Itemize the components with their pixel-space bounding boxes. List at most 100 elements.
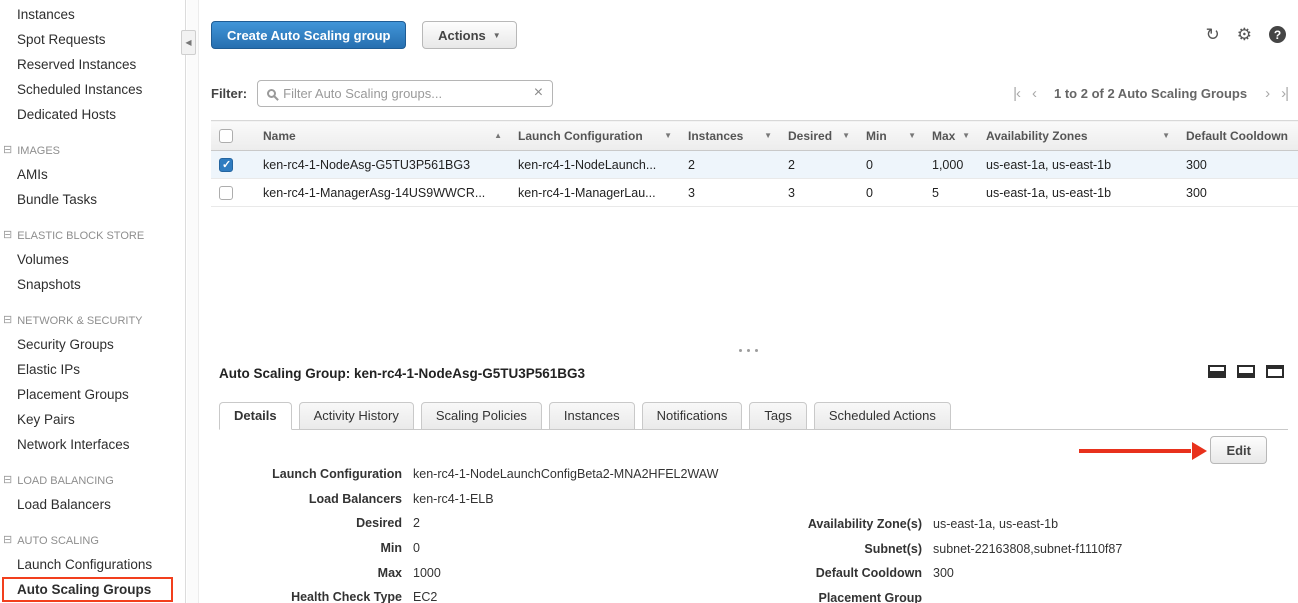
cell-availability-zones: us-east-1a, us-east-1b xyxy=(978,151,1178,179)
edit-button[interactable]: Edit xyxy=(1210,436,1267,464)
column-header-availability-zones[interactable]: Availability Zones▼ xyxy=(978,121,1178,151)
tab-notifications[interactable]: Notifications xyxy=(642,402,743,430)
field-label: Min xyxy=(219,541,402,555)
column-header-launch-configuration[interactable]: Launch Configuration▼ xyxy=(510,121,680,151)
sidebar-item-launch-configurations[interactable]: Launch Configurations xyxy=(0,552,185,577)
sort-asc-icon: ▲ xyxy=(494,131,502,140)
main-panel: Create Auto Scaling group Actions ▼ ↻ ⚙ … xyxy=(199,0,1298,603)
column-header-min[interactable]: Min▼ xyxy=(858,121,924,151)
column-header-default-cooldown[interactable]: Default Cooldown xyxy=(1178,121,1298,151)
first-page-icon[interactable]: |‹ xyxy=(1013,85,1020,102)
sidebar-section-elastic-block-store: ⊟ ELASTIC BLOCK STORE xyxy=(0,224,185,247)
sidebar-item-security-groups[interactable]: Security Groups xyxy=(0,332,185,357)
next-page-icon[interactable]: › xyxy=(1265,85,1269,102)
actions-button[interactable]: Actions ▼ xyxy=(422,21,517,49)
field-label: Availability Zone(s) xyxy=(699,517,922,531)
tab-details[interactable]: Details xyxy=(219,402,292,430)
filter-bar: Filter: × |‹ ‹ 1 to 2 of 2 Auto Scaling … xyxy=(211,79,1288,107)
sidebar-item-network-interfaces[interactable]: Network Interfaces xyxy=(0,432,185,457)
pane-full-icon[interactable] xyxy=(1266,365,1284,378)
cell-launch-configuration: ken-rc4-1-NodeLaunch... xyxy=(510,151,680,179)
field-value: subnet-22163808,subnet-f1110f87 xyxy=(933,542,1122,556)
row-checkbox[interactable] xyxy=(219,186,233,200)
sidebar-item-key-pairs[interactable]: Key Pairs xyxy=(0,407,185,432)
row-checkbox[interactable] xyxy=(219,158,233,172)
cell-default-cooldown: 300 xyxy=(1178,151,1298,179)
cell-desired: 2 xyxy=(780,151,858,179)
filter-input[interactable] xyxy=(276,86,534,101)
table-row[interactable]: ken-rc4-1-ManagerAsg-14US9WWCR... ken-rc… xyxy=(211,179,1298,207)
pane-layout-icons xyxy=(1208,365,1284,378)
sidebar-item-scheduled-instances[interactable]: Scheduled Instances xyxy=(0,77,185,102)
sidebar-item-reserved-instances[interactable]: Reserved Instances xyxy=(0,52,185,77)
section-collapse-icon[interactable]: ⊟ xyxy=(3,145,12,156)
tab-tags[interactable]: Tags xyxy=(749,402,806,430)
sidebar-item-placement-groups[interactable]: Placement Groups xyxy=(0,382,185,407)
cell-min: 0 xyxy=(858,179,924,207)
details-tabs: Details Activity History Scaling Policie… xyxy=(219,402,1288,430)
sidebar-item-amis[interactable]: AMIs xyxy=(0,162,185,187)
sidebar-item-elastic-ips[interactable]: Elastic IPs xyxy=(0,357,185,382)
field-row: Desired 2 xyxy=(219,511,718,536)
cell-max: 5 xyxy=(924,179,978,207)
details-title: Auto Scaling Group: ken-rc4-1-NodeAsg-G5… xyxy=(219,366,585,381)
tab-scaling-policies[interactable]: Scaling Policies xyxy=(421,402,542,430)
sidebar-item-bundle-tasks[interactable]: Bundle Tasks xyxy=(0,187,185,212)
last-page-icon[interactable]: ›| xyxy=(1281,85,1288,102)
section-collapse-icon[interactable]: ⊟ xyxy=(3,315,12,326)
section-collapse-icon[interactable]: ⊟ xyxy=(3,230,12,241)
cell-launch-configuration: ken-rc4-1-ManagerLau... xyxy=(510,179,680,207)
tab-activity-history[interactable]: Activity History xyxy=(299,402,414,430)
tab-scheduled-actions[interactable]: Scheduled Actions xyxy=(814,402,951,430)
field-row: Max 1000 xyxy=(219,560,718,585)
field-value: EC2 xyxy=(413,590,437,603)
sidebar-section-network-security: ⊟ NETWORK & SECURITY xyxy=(0,309,185,332)
field-label: Subnet(s) xyxy=(699,542,922,556)
sidebar-item-auto-scaling-groups[interactable]: Auto Scaling Groups xyxy=(2,577,173,602)
column-header-name[interactable]: Name▲ xyxy=(255,121,510,151)
sidebar-section-auto-scaling: ⊟ AUTO SCALING xyxy=(0,529,185,552)
top-right-icons: ↻ ⚙ ? xyxy=(1206,26,1287,43)
sidebar-item-dedicated-hosts[interactable]: Dedicated Hosts xyxy=(0,102,185,127)
search-icon xyxy=(267,89,276,98)
field-value: 0 xyxy=(413,541,420,555)
details-fields-left: Launch Configuration ken-rc4-1-NodeLaunc… xyxy=(219,462,718,603)
tab-instances[interactable]: Instances xyxy=(549,402,635,430)
field-label: Health Check Type xyxy=(219,590,402,603)
field-label: Desired xyxy=(219,516,402,530)
cell-name: ken-rc4-1-NodeAsg-G5TU3P561BG3 xyxy=(255,151,510,179)
gear-icon[interactable]: ⚙ xyxy=(1237,26,1252,43)
panel-splitter[interactable] xyxy=(199,344,1298,356)
sidebar-item-spot-requests[interactable]: Spot Requests xyxy=(0,27,185,52)
toolbar: Create Auto Scaling group Actions ▼ ↻ ⚙ … xyxy=(211,21,1286,51)
create-auto-scaling-group-button[interactable]: Create Auto Scaling group xyxy=(211,21,406,49)
chevron-down-icon: ▼ xyxy=(493,31,501,40)
sidebar-item-instances[interactable]: Instances xyxy=(0,2,185,27)
cell-min: 0 xyxy=(858,151,924,179)
field-value: 2 xyxy=(413,516,420,530)
field-row: Min 0 xyxy=(219,536,718,561)
column-header-max[interactable]: Max▼ xyxy=(924,121,978,151)
refresh-icon[interactable]: ↻ xyxy=(1206,26,1220,43)
sidebar-item-volumes[interactable]: Volumes xyxy=(0,247,185,272)
select-all-checkbox[interactable] xyxy=(219,129,233,143)
section-collapse-icon[interactable]: ⊟ xyxy=(3,535,12,546)
clear-filter-icon[interactable]: × xyxy=(534,85,543,101)
section-collapse-icon[interactable]: ⊟ xyxy=(3,475,12,486)
sidebar-section-label: AUTO SCALING xyxy=(17,535,99,547)
pane-half-icon[interactable] xyxy=(1208,365,1226,378)
select-all-header[interactable] xyxy=(211,121,255,151)
sidebar-resize-strip[interactable] xyxy=(187,0,199,603)
asg-table: Name▲ Launch Configuration▼ Instances▼ D… xyxy=(211,120,1298,207)
sidebar-collapse-button[interactable]: ◀ xyxy=(181,30,196,55)
column-header-instances[interactable]: Instances▼ xyxy=(680,121,780,151)
prev-page-icon[interactable]: ‹ xyxy=(1032,85,1036,102)
table-row[interactable]: ken-rc4-1-NodeAsg-G5TU3P561BG3 ken-rc4-1… xyxy=(211,151,1298,179)
sidebar-item-snapshots[interactable]: Snapshots xyxy=(0,272,185,297)
help-icon[interactable]: ? xyxy=(1269,26,1286,43)
splitter-grip-icon xyxy=(739,349,758,352)
field-row: Availability Zone(s) us-east-1a, us-east… xyxy=(699,512,1122,537)
sidebar-item-load-balancers[interactable]: Load Balancers xyxy=(0,492,185,517)
pane-bottom-icon[interactable] xyxy=(1237,365,1255,378)
column-header-desired[interactable]: Desired▼ xyxy=(780,121,858,151)
